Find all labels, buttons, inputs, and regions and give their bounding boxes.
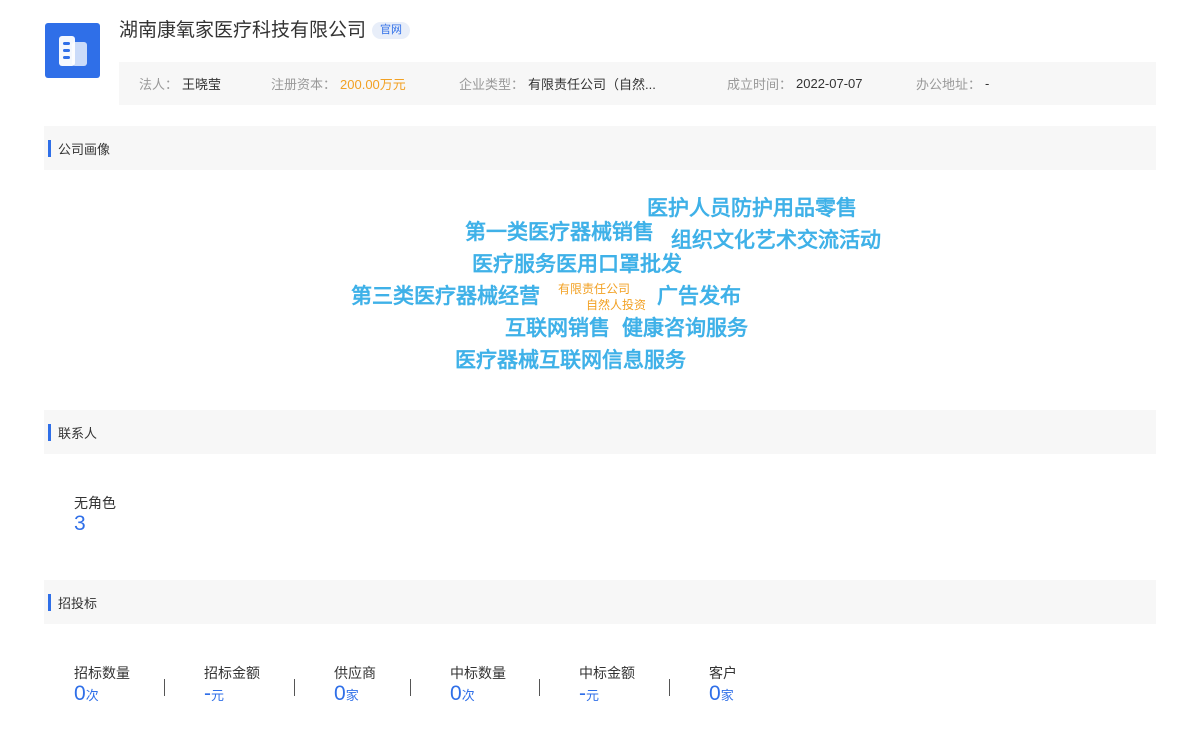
info-value[interactable]: 王晓莹 bbox=[182, 74, 221, 93]
word-cloud-item[interactable]: 健康咨询服务 bbox=[622, 312, 748, 342]
section-contacts: 联系人 bbox=[44, 410, 1156, 454]
win-amount-value[interactable]: -元 bbox=[579, 682, 599, 708]
section-accent-bar bbox=[48, 593, 51, 611]
info-value: 200.00万元 bbox=[340, 77, 406, 92]
info-registered-capital: 注册资本： 200.00万元 bbox=[271, 74, 439, 93]
section-title: 招投标 bbox=[58, 595, 98, 611]
stat-unit: 家 bbox=[720, 688, 734, 703]
stat-number: - bbox=[579, 682, 586, 705]
company-name: 湖南康氧家医疗科技有限公司 bbox=[119, 20, 367, 41]
word-cloud-item[interactable]: 医护人员防护用品零售 bbox=[647, 192, 857, 222]
contact-role-label: 无角色 bbox=[74, 495, 116, 511]
bid-count-label: 招标数量 bbox=[74, 665, 130, 681]
company-info-bar: 法人： 王晓莹 注册资本： 200.00万元 企业类型： 有限责任公司（自然..… bbox=[119, 62, 1156, 105]
section-accent-bar bbox=[48, 139, 51, 157]
stat-number: 0 bbox=[709, 682, 721, 705]
word-cloud-item[interactable]: 有限责任公司 bbox=[558, 280, 630, 297]
word-cloud-item[interactable]: 第三类医疗器械经营 bbox=[351, 280, 540, 310]
divider bbox=[410, 679, 411, 696]
win-count-value[interactable]: 0次 bbox=[450, 682, 475, 708]
stat-number: - bbox=[204, 682, 211, 705]
stat-unit: 元 bbox=[211, 688, 225, 703]
divider bbox=[294, 679, 295, 696]
word-cloud: 医护人员防护用品零售 第一类医疗器械销售 组织文化艺术交流活动 医疗服务医用口罩… bbox=[0, 0, 1200, 752]
info-label: 成立时间： bbox=[727, 77, 793, 92]
stat-number: 0 bbox=[74, 682, 86, 705]
customer-value[interactable]: 0家 bbox=[709, 682, 734, 708]
stat-unit: 元 bbox=[586, 688, 600, 703]
section-title: 公司画像 bbox=[58, 141, 111, 157]
bid-amount-value[interactable]: -元 bbox=[204, 682, 224, 708]
bid-amount-label: 招标金额 bbox=[204, 665, 260, 681]
contact-count[interactable]: 3 bbox=[74, 512, 86, 536]
stat-number: 0 bbox=[450, 682, 462, 705]
supplier-value[interactable]: 0家 bbox=[334, 682, 359, 708]
section-accent-bar bbox=[48, 423, 51, 441]
customer-label: 客户 bbox=[709, 665, 737, 681]
info-value: - bbox=[985, 76, 990, 91]
word-cloud-item[interactable]: 第一类医疗器械销售 bbox=[465, 216, 654, 246]
company-logo bbox=[45, 23, 100, 78]
divider bbox=[669, 679, 670, 696]
bid-count-value[interactable]: 0次 bbox=[74, 682, 99, 708]
section-bidding: 招投标 bbox=[44, 580, 1156, 624]
word-cloud-item[interactable]: 医疗器械互联网信息服务 bbox=[455, 344, 686, 374]
word-cloud-item[interactable]: 自然人投资 bbox=[586, 296, 646, 313]
info-label: 法人： bbox=[139, 77, 179, 92]
building-icon bbox=[59, 36, 87, 66]
info-legal-person: 法人： 王晓莹 bbox=[139, 74, 251, 93]
info-value: 有限责任公司（自然... bbox=[528, 77, 656, 92]
word-cloud-item[interactable]: 组织文化艺术交流活动 bbox=[671, 224, 881, 254]
divider bbox=[539, 679, 540, 696]
info-label: 注册资本： bbox=[271, 77, 337, 92]
official-site-tag[interactable]: 官网 bbox=[372, 22, 411, 39]
info-office-address: 办公地址： - bbox=[916, 74, 989, 93]
word-cloud-item[interactable]: 广告发布 bbox=[657, 280, 741, 310]
info-value: 2022-07-07 bbox=[796, 76, 863, 91]
stat-unit: 次 bbox=[461, 688, 475, 703]
info-label: 企业类型： bbox=[459, 77, 525, 92]
info-established-date: 成立时间： 2022-07-07 bbox=[727, 74, 896, 93]
info-company-type: 企业类型： 有限责任公司（自然... bbox=[459, 74, 707, 93]
stat-unit: 家 bbox=[345, 688, 359, 703]
word-cloud-item[interactable]: 互联网销售 bbox=[505, 312, 610, 342]
company-header: 湖南康氧家医疗科技有限公司 官网 bbox=[119, 18, 411, 44]
supplier-label: 供应商 bbox=[334, 665, 376, 681]
win-count-label: 中标数量 bbox=[450, 665, 506, 681]
win-amount-label: 中标金额 bbox=[579, 665, 635, 681]
divider bbox=[164, 679, 165, 696]
stat-unit: 次 bbox=[85, 688, 99, 703]
info-label: 办公地址： bbox=[916, 77, 982, 92]
section-title: 联系人 bbox=[58, 425, 98, 441]
word-cloud-item[interactable]: 医疗服务医用口罩批发 bbox=[472, 248, 682, 278]
stat-number: 0 bbox=[334, 682, 346, 705]
section-company-profile: 公司画像 bbox=[44, 126, 1156, 170]
